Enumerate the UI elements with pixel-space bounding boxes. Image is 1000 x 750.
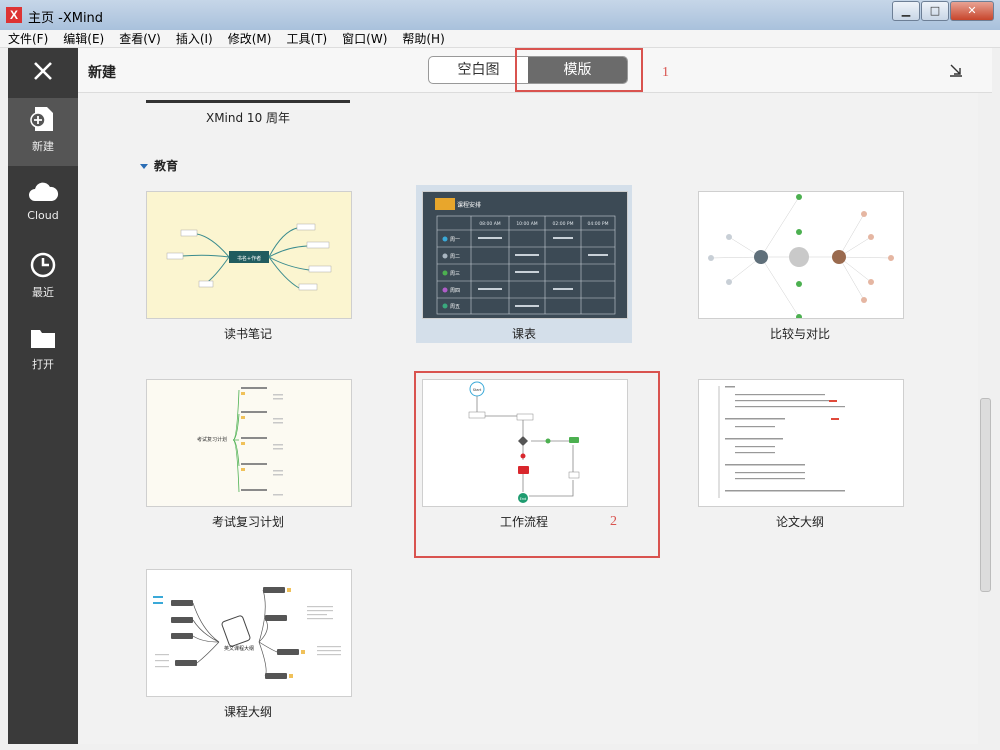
clock-icon	[30, 252, 56, 278]
sidebar-item-label: 打开	[32, 358, 54, 371]
template-label: 读书笔记	[223, 327, 272, 341]
menu-file[interactable]: 文件(F)	[8, 30, 48, 47]
svg-text:考试复习计划: 考试复习计划	[197, 436, 227, 443]
window-controls: ▁ □ ✕	[891, 1, 994, 21]
svg-text:周五: 周五	[450, 304, 460, 310]
template-gallery: XMind 10 周年 教育 书名+作者 读书笔记 课程安排 08:00 AM …	[78, 93, 978, 744]
close-window-button[interactable]: ✕	[950, 1, 994, 21]
sidebar: 新建 Cloud 最近 打开	[8, 48, 78, 744]
svg-text:课程安排: 课程安排	[457, 201, 481, 209]
svg-text:02:00 PM: 02:00 PM	[553, 221, 574, 227]
xmind-logo-icon: X	[6, 7, 22, 23]
new-file-icon	[30, 107, 53, 131]
menu-help[interactable]: 帮助(H)	[402, 30, 444, 47]
menu-bar: 文件(F) 编辑(E) 查看(V) 插入(I) 修改(M) 工具(T) 窗口(W…	[0, 30, 1000, 48]
annotation-box-2	[414, 371, 660, 558]
schedule-thumbnail: 课程安排 08:00 AM 10:00 AM 02:00 PM 04:00 PM…	[435, 198, 616, 315]
template-label: 课程大纲	[223, 705, 272, 719]
cloud-icon	[29, 182, 59, 201]
svg-text:周一: 周一	[450, 237, 460, 243]
close-panel-button[interactable]	[8, 48, 78, 94]
svg-text:周四: 周四	[450, 288, 460, 294]
menu-window[interactable]: 窗口(W)	[342, 30, 387, 47]
exam-review-thumbnail: 考试复习计划	[197, 387, 283, 496]
course-outline-thumbnail: 英文课程大纲	[153, 587, 341, 679]
window-title: 主页 -XMind	[28, 11, 104, 26]
menu-modify[interactable]: 修改(M)	[228, 30, 272, 47]
section-title: 教育	[154, 159, 179, 173]
menu-insert[interactable]: 插入(I)	[176, 30, 213, 47]
template-card-course-outline[interactable]: 英文课程大纲	[146, 569, 352, 697]
section-header-education[interactable]: 教育	[140, 157, 178, 174]
svg-text:08:00 AM: 08:00 AM	[479, 221, 500, 227]
svg-text:周三: 周三	[450, 271, 460, 277]
template-label: 考试复习计划	[211, 515, 284, 529]
sidebar-item-open[interactable]: 打开	[8, 318, 78, 386]
close-icon	[34, 62, 52, 80]
header: 新建 空白图 模版 1	[78, 48, 992, 93]
thesis-outline-thumbnail	[718, 386, 845, 498]
template-label: 比较与对比	[769, 327, 830, 341]
template-label: 课表	[511, 327, 536, 341]
collapse-triangle-icon	[140, 164, 148, 169]
sidebar-item-label: 最近	[32, 286, 54, 299]
template-card-thesis-outline[interactable]	[698, 379, 904, 507]
annotation-number-2: 2	[610, 514, 617, 529]
template-card-compare-contrast[interactable]	[698, 191, 904, 319]
sidebar-item-cloud[interactable]: Cloud	[8, 173, 78, 241]
svg-text:英文课程大纲: 英文课程大纲	[224, 645, 254, 652]
svg-text:10:00 AM: 10:00 AM	[516, 221, 537, 227]
compare-contrast-thumbnail	[708, 194, 894, 318]
svg-text:周二: 周二	[450, 254, 460, 260]
scrollbar-thumb[interactable]	[980, 398, 991, 592]
menu-tools[interactable]: 工具(T)	[286, 30, 327, 47]
menu-view[interactable]: 查看(V)	[119, 30, 161, 47]
previous-template-edge	[146, 100, 350, 103]
menu-edit[interactable]: 编辑(E)	[63, 30, 104, 47]
folder-icon	[31, 330, 55, 348]
sidebar-item-recent[interactable]: 最近	[8, 244, 78, 312]
reading-notes-thumbnail: 书名+作者	[166, 223, 332, 291]
annotation-box-1	[515, 48, 643, 92]
title-bar: X 主页 -XMind ▁ □ ✕	[0, 0, 1000, 30]
template-label: 论文大纲	[775, 515, 824, 529]
svg-text:书名+作者: 书名+作者	[237, 255, 261, 262]
sidebar-item-new[interactable]: 新建	[8, 98, 78, 166]
export-icon[interactable]	[948, 62, 964, 78]
vertical-scrollbar[interactable]	[978, 93, 992, 744]
template-card-reading-notes[interactable]: 书名+作者	[146, 191, 352, 319]
maximize-button[interactable]: □	[921, 1, 949, 21]
minimize-button[interactable]: ▁	[892, 1, 920, 21]
tab-blank-map[interactable]: 空白图	[429, 57, 528, 83]
main-panel: 新建 空白图 模版 1 XMind 10 周年 教育 书名+作者 读书笔记 课程…	[78, 48, 992, 744]
template-card-exam-review[interactable]: 考试复习计划	[146, 379, 352, 507]
page-title: 新建	[88, 65, 116, 81]
annotation-number-1: 1	[662, 65, 669, 80]
sidebar-item-label: Cloud	[27, 209, 59, 222]
template-label: XMind 10 周年	[205, 111, 291, 125]
template-card-schedule[interactable]: 课程安排 08:00 AM 10:00 AM 02:00 PM 04:00 PM…	[422, 191, 628, 319]
svg-text:04:00 PM: 04:00 PM	[588, 221, 609, 227]
sidebar-item-label: 新建	[32, 140, 54, 153]
